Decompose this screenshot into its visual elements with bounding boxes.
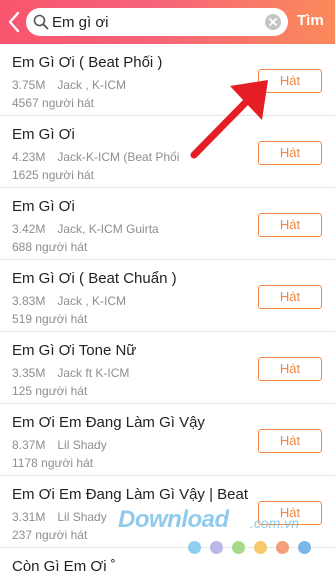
- sing-button[interactable]: Hát: [258, 213, 322, 237]
- song-meta: 3.75M Jack , K-ICM: [12, 78, 126, 92]
- sing-button[interactable]: Hát: [258, 357, 322, 381]
- song-size: 8.37M: [12, 438, 46, 452]
- song-listeners: 125 người hát: [12, 384, 88, 398]
- watermark-dots: [188, 541, 311, 555]
- song-title: Em Gì Ơi Tone Nữ: [12, 342, 137, 359]
- song-listeners: 237 người hát: [12, 528, 88, 542]
- sing-button[interactable]: Hát: [258, 429, 322, 453]
- list-item[interactable]: Em Gì Ơi Tone Nữ 3.35M Jack ft K-ICM 125 …: [0, 332, 335, 404]
- song-artist: Jack, K-ICM Guirta: [57, 222, 159, 236]
- search-box[interactable]: [26, 8, 288, 36]
- song-meta: 3.35M Jack ft K-ICM: [12, 366, 129, 380]
- song-meta: 8.37M Lil Shady: [12, 438, 107, 452]
- song-listeners: 688 người hát: [12, 240, 88, 254]
- song-listeners: 1178 người hát: [12, 456, 94, 470]
- list-item[interactable]: Em Gì Ơi 4.23M Jack-K-ICM (Beat Phối 1625…: [0, 116, 335, 188]
- song-listeners: 1625 người hát: [12, 168, 94, 182]
- song-artist: Jack , K-ICM: [57, 294, 127, 308]
- song-size: 3.75M: [12, 78, 46, 92]
- song-size: 4.23M: [12, 150, 46, 164]
- song-title: Em Gì Ơi: [12, 198, 75, 215]
- song-meta: 3.83M Jack , K-ICM: [12, 294, 126, 308]
- song-artist: Jack-K-ICM (Beat Phối: [57, 150, 180, 164]
- song-title: Em Ơi Em Đang Làm Gì Vậy | Beat C...: [12, 486, 252, 503]
- search-button[interactable]: Tìm: [297, 12, 324, 29]
- back-icon[interactable]: [6, 10, 22, 34]
- watermark-dot: [254, 541, 267, 554]
- song-artist: Jack ft K-ICM: [57, 366, 130, 380]
- song-title: Còn Gì Em Ơi ˚: [12, 558, 116, 575]
- song-size: 3.35M: [12, 366, 46, 380]
- song-meta: 3.42M Jack, K-ICM Guirta: [12, 222, 159, 236]
- watermark-dot: [210, 541, 223, 554]
- song-artist: Jack , K-ICM: [57, 78, 127, 92]
- watermark-dot: [276, 541, 289, 554]
- list-item[interactable]: Em Gì Ơi ( Beat Chuẩn ) 3.83M Jack , K-IC…: [0, 260, 335, 332]
- song-meta: 4.23M Jack-K-ICM (Beat Phối: [12, 150, 179, 164]
- watermark-suffix: .com.vn: [250, 515, 300, 531]
- song-size: 3.31M: [12, 510, 46, 524]
- song-meta: 3.31M Lil Shady: [12, 510, 107, 524]
- song-listeners: 519 người hát: [12, 312, 88, 326]
- clear-icon[interactable]: [265, 14, 281, 30]
- song-artist: Lil Shady: [57, 510, 107, 524]
- list-item[interactable]: Em Ơi Em Đang Làm Gì Vậy 8.37M Lil Shady …: [0, 404, 335, 476]
- song-artist: Lil Shady: [57, 438, 107, 452]
- song-listeners: 4567 người hát: [12, 96, 94, 110]
- list-item[interactable]: Em Gì Ơi ( Beat Phối ) 3.75M Jack , K-ICM…: [0, 44, 335, 116]
- watermark-dot: [188, 541, 201, 554]
- watermark: Download .com.vn: [118, 506, 328, 534]
- song-title: Em Ơi Em Đang Làm Gì Vậy: [12, 414, 205, 431]
- song-title: Em Gì Ơi ( Beat Chuẩn ): [12, 270, 177, 287]
- search-icon: [33, 14, 49, 30]
- header-bar: Tìm: [0, 0, 335, 44]
- watermark-logo-text: Download: [118, 506, 229, 533]
- watermark-dot: [232, 541, 245, 554]
- pointer-arrow-annotation: [190, 80, 268, 159]
- sing-button[interactable]: Hát: [258, 285, 322, 309]
- song-size: 3.83M: [12, 294, 46, 308]
- song-size: 3.42M: [12, 222, 46, 236]
- list-item[interactable]: Em Gì Ơi 3.42M Jack, K-ICM Guirta 688 ngư…: [0, 188, 335, 260]
- search-input[interactable]: [52, 11, 252, 33]
- song-list: Em Gì Ơi ( Beat Phối ) 3.75M Jack , K-ICM…: [0, 44, 335, 576]
- song-title: Em Gì Ơi ( Beat Phối ): [12, 54, 163, 71]
- watermark-dot: [298, 541, 311, 554]
